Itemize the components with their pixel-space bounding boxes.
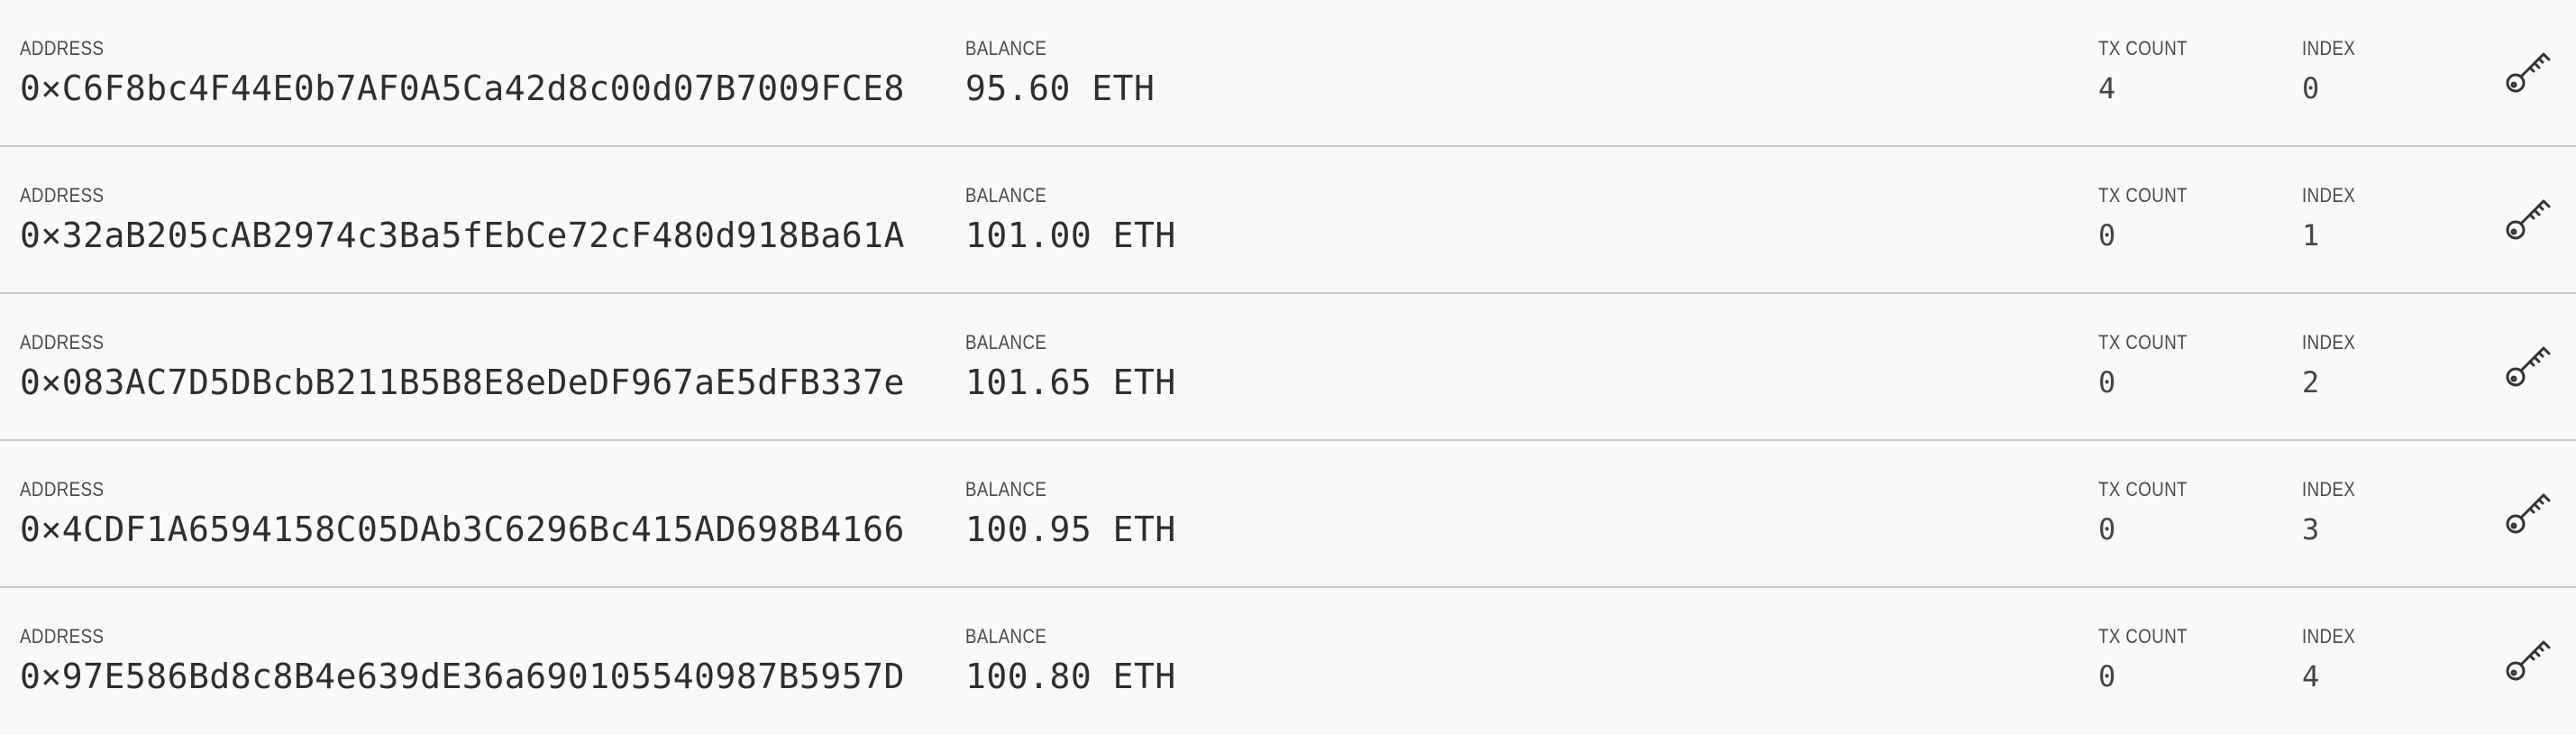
balance-label: BALANCE xyxy=(965,478,1047,501)
account-row: ADDRESS 0×083AC7D5DBcbB211B5B8E8eDeDF967… xyxy=(0,294,2576,441)
index-field: INDEX 0 xyxy=(2302,38,2365,108)
account-row: ADDRESS 0×32aB205cAB2974c3Ba5fEbCe72cF48… xyxy=(0,147,2576,294)
index-value: 1 xyxy=(2302,218,2320,253)
tx-count-field: TX COUNT 0 xyxy=(2098,626,2203,696)
address-field: ADDRESS 0×32aB205cAB2974c3Ba5fEbCe72cF48… xyxy=(20,184,905,256)
account-row: ADDRESS 0×4CDF1A6594158C05DAb3C6296Bc415… xyxy=(0,441,2576,588)
index-label: INDEX xyxy=(2302,37,2356,60)
index-field: INDEX 1 xyxy=(2302,185,2365,255)
key-icon xyxy=(2506,493,2551,534)
balance-label: BALANCE xyxy=(965,625,1047,648)
address-label: ADDRESS xyxy=(20,478,105,501)
balance-field: BALANCE 101.00 ETH xyxy=(965,184,1176,256)
address-field: ADDRESS 0×97E586Bd8c8B4e639dE36a69010554… xyxy=(20,625,905,697)
balance-value: 100.80 ETH xyxy=(965,657,1176,696)
index-label: INDEX xyxy=(2302,331,2356,354)
key-icon xyxy=(2506,346,2551,387)
address-field: ADDRESS 0×C6F8bc4F44E0b7AF0A5Ca42d8c00d0… xyxy=(20,37,905,109)
tx-count-value: 0 xyxy=(2098,512,2116,547)
address-value[interactable]: 0×32aB205cAB2974c3Ba5fEbCe72cF480d918Ba6… xyxy=(20,216,905,255)
key-icon xyxy=(2506,199,2551,240)
account-row: ADDRESS 0×C6F8bc4F44E0b7AF0A5Ca42d8c00d0… xyxy=(0,0,2576,147)
balance-field: BALANCE 95.60 ETH xyxy=(965,37,1156,109)
show-keys-button[interactable] xyxy=(2500,339,2554,393)
tx-count-field: TX COUNT 4 xyxy=(2098,38,2203,108)
address-value[interactable]: 0×083AC7D5DBcbB211B5B8E8eDeDF967aE5dFB33… xyxy=(20,363,905,402)
show-keys-button[interactable] xyxy=(2500,486,2554,540)
account-list: ADDRESS 0×C6F8bc4F44E0b7AF0A5Ca42d8c00d0… xyxy=(0,0,2576,735)
tx-count-label: TX COUNT xyxy=(2098,184,2188,207)
show-keys-button[interactable] xyxy=(2500,192,2554,246)
tx-count-field: TX COUNT 0 xyxy=(2098,185,2203,255)
account-row: ADDRESS 0×97E586Bd8c8B4e639dE36a69010554… xyxy=(0,588,2576,735)
balance-field: BALANCE 101.65 ETH xyxy=(965,331,1176,403)
index-field: INDEX 2 xyxy=(2302,332,2365,402)
tx-count-field: TX COUNT 0 xyxy=(2098,479,2203,549)
balance-field: BALANCE 100.80 ETH xyxy=(965,625,1176,697)
index-value: 4 xyxy=(2302,659,2320,694)
tx-count-label: TX COUNT xyxy=(2098,478,2188,501)
index-field: INDEX 3 xyxy=(2302,479,2365,549)
key-icon xyxy=(2506,640,2551,681)
index-value: 0 xyxy=(2302,71,2320,106)
address-label: ADDRESS xyxy=(20,37,105,60)
balance-value: 101.00 ETH xyxy=(965,216,1176,255)
address-value[interactable]: 0×C6F8bc4F44E0b7AF0A5Ca42d8c00d07B7009FC… xyxy=(20,69,905,108)
show-keys-button[interactable] xyxy=(2500,45,2554,99)
index-label: INDEX xyxy=(2302,184,2356,207)
balance-field: BALANCE 100.95 ETH xyxy=(965,478,1176,550)
address-field: ADDRESS 0×083AC7D5DBcbB211B5B8E8eDeDF967… xyxy=(20,331,905,403)
index-label: INDEX xyxy=(2302,478,2356,501)
index-value: 2 xyxy=(2302,365,2320,400)
tx-count-value: 0 xyxy=(2098,218,2116,253)
key-icon xyxy=(2506,52,2551,93)
address-field: ADDRESS 0×4CDF1A6594158C05DAb3C6296Bc415… xyxy=(20,478,905,550)
tx-count-label: TX COUNT xyxy=(2098,331,2188,354)
address-label: ADDRESS xyxy=(20,184,105,207)
address-label: ADDRESS xyxy=(20,625,105,648)
address-value[interactable]: 0×4CDF1A6594158C05DAb3C6296Bc415AD698B41… xyxy=(20,510,905,549)
balance-value: 100.95 ETH xyxy=(965,510,1176,549)
balance-label: BALANCE xyxy=(965,184,1047,207)
tx-count-field: TX COUNT 0 xyxy=(2098,332,2203,402)
tx-count-value: 0 xyxy=(2098,365,2116,400)
index-label: INDEX xyxy=(2302,625,2356,648)
address-label: ADDRESS xyxy=(20,331,105,354)
tx-count-value: 0 xyxy=(2098,659,2116,694)
balance-label: BALANCE xyxy=(965,331,1047,354)
index-field: INDEX 4 xyxy=(2302,626,2365,696)
balance-label: BALANCE xyxy=(965,37,1047,60)
balance-value: 101.65 ETH xyxy=(965,363,1176,402)
show-keys-button[interactable] xyxy=(2500,633,2554,687)
index-value: 3 xyxy=(2302,512,2320,547)
balance-value: 95.60 ETH xyxy=(965,69,1156,108)
tx-count-label: TX COUNT xyxy=(2098,37,2188,60)
tx-count-label: TX COUNT xyxy=(2098,625,2188,648)
tx-count-value: 4 xyxy=(2098,71,2116,106)
address-value[interactable]: 0×97E586Bd8c8B4e639dE36a690105540987B595… xyxy=(20,657,905,696)
